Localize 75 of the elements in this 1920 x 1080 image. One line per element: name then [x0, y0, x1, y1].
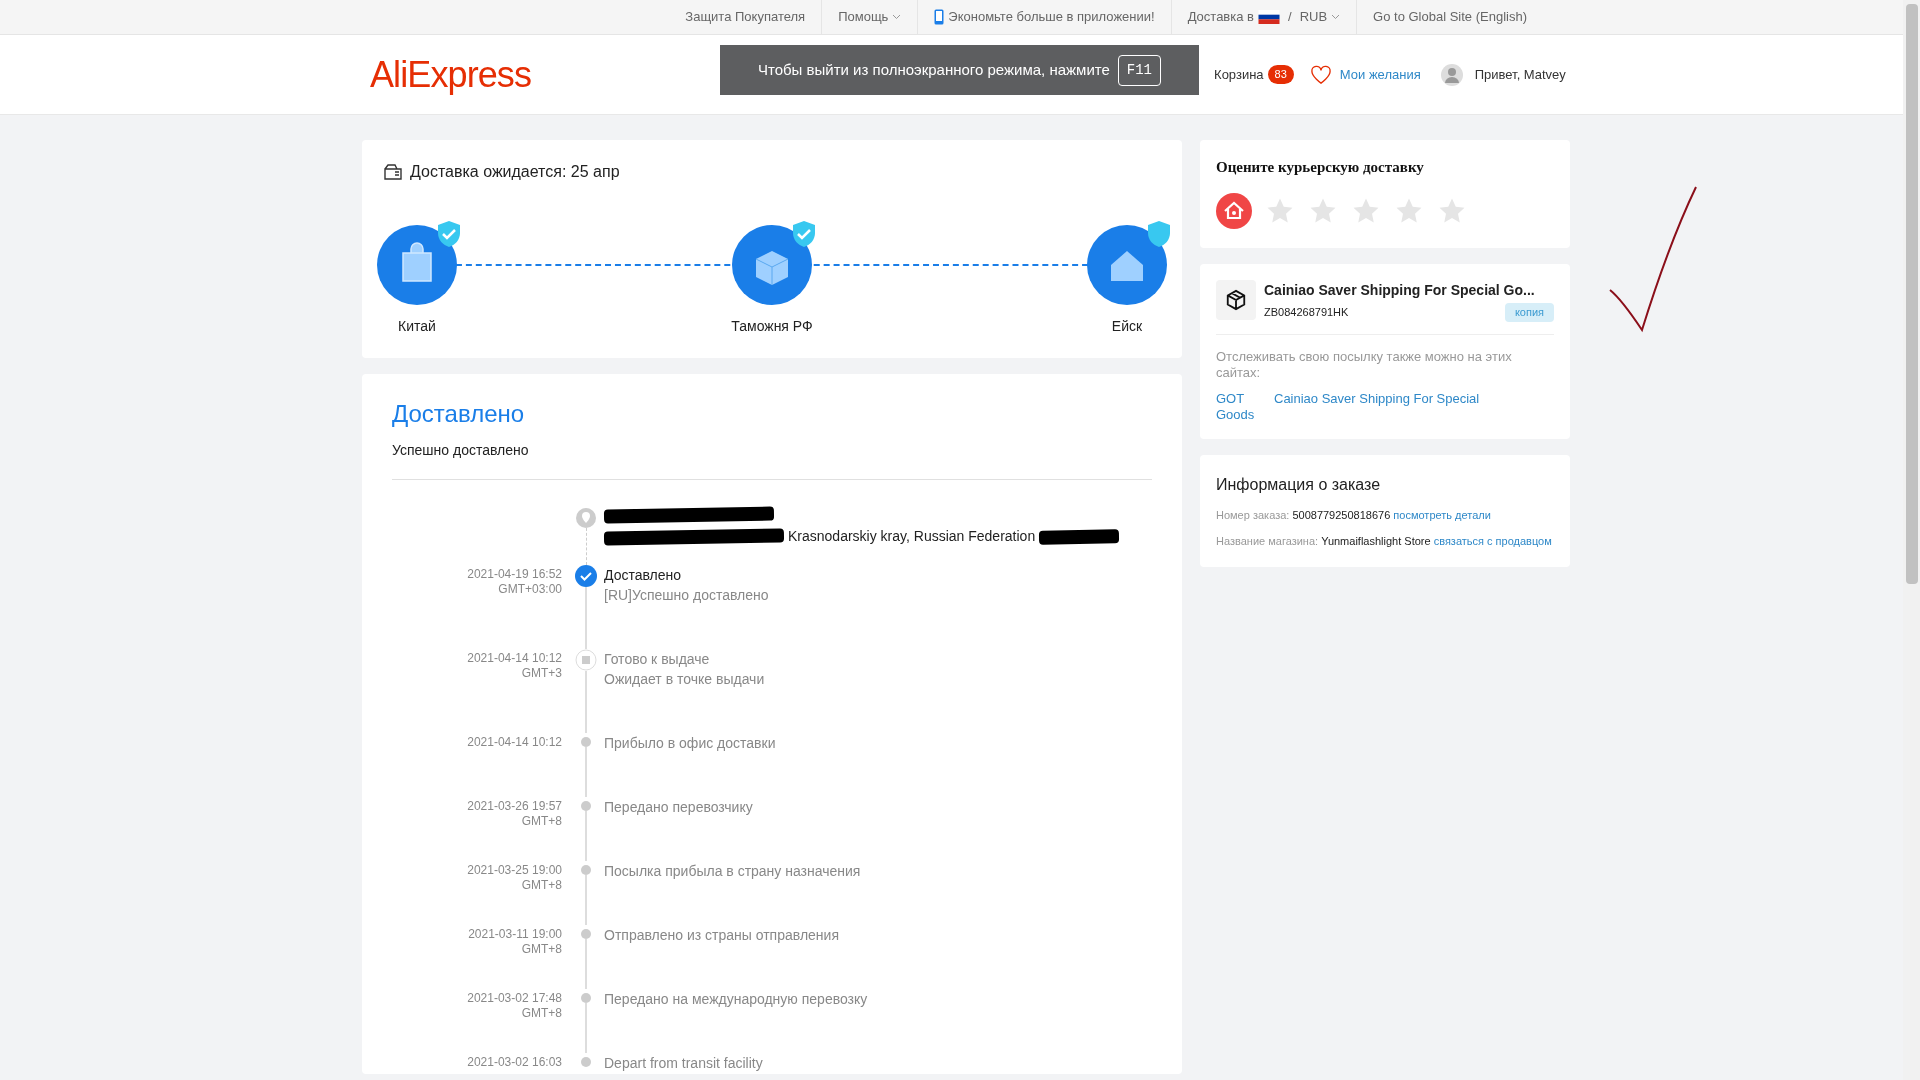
keyboard-key: F11 — [1117, 54, 1162, 86]
copy-button[interactable]: копия — [1504, 303, 1554, 322]
timeline-dot-icon — [581, 865, 591, 875]
timeline-dot-icon — [581, 1057, 591, 1067]
event-date: 2021-04-14 10:12 — [466, 651, 562, 666]
event-timezone: GMT+8 — [520, 1006, 562, 1021]
tracking-number: ZB084268791HK — [1264, 305, 1349, 320]
aliexpress-logo[interactable]: AliExpress — [370, 47, 532, 102]
cart-count-badge: 83 — [1267, 65, 1294, 84]
expected-delivery-text: Доставка ожидается: 25 апр — [410, 162, 620, 182]
dropdown-link[interactable]: RUB — [1295, 0, 1358, 34]
tracking-site-link[interactable]: Cainiao Saver Shipping For Special — [1274, 390, 1480, 423]
event-timezone: GMT+8 — [520, 814, 562, 829]
timeline-dot-icon — [581, 993, 591, 1003]
event-title: Отправлено из страны отправления — [604, 926, 839, 945]
avatar-icon[interactable] — [1440, 63, 1463, 86]
event-timezone: GMT+8 — [520, 942, 562, 957]
event-date: 2021-03-02 16:03 — [466, 1055, 562, 1070]
event-title: Передано перевозчику — [604, 798, 753, 817]
heart-icon — [1309, 64, 1332, 85]
top-bar-link[interactable]: Защита Покупателя — [669, 0, 823, 34]
order-field-label: Название магазина: — [1216, 534, 1319, 547]
event-title: Depart from transit facility — [604, 1054, 763, 1073]
greeting-text[interactable]: Привет, Matvey — [1474, 64, 1566, 85]
event-date: 2021-04-14 10:12 — [466, 735, 562, 750]
chevron-icon — [892, 14, 902, 20]
delivery-box-icon — [384, 164, 402, 180]
status-subtitle: Успешно доставлено — [392, 441, 530, 460]
flag-icon — [1258, 10, 1280, 24]
event-date: 2021-03-02 17:48 — [466, 991, 562, 1006]
package-icon — [1216, 280, 1256, 320]
event-detail: Ожидает в точке выдачи — [604, 670, 765, 689]
carrier-name: Cainiao Saver Shipping For Special Go... — [1264, 281, 1536, 300]
tracking-site-link[interactable]: GOT Goods — [1216, 390, 1256, 423]
tracking-sites-note: Отслеживать свою посылку также можно на этих сайтах: — [1216, 348, 1513, 381]
event-title: Готово к выдаче — [604, 650, 711, 669]
status-title: Доставлено — [392, 399, 526, 429]
address-text: Krasnodarskiy kray, Russian Federation — [788, 527, 1036, 546]
event-date: 2021-03-25 19:00 — [466, 863, 562, 878]
app-promo-link[interactable]: Экономьте больше в приложении! — [918, 0, 1172, 34]
notice-text: Чтобы выйти из полноэкранного режима, нажмите — [757, 59, 1110, 80]
separator: / — [1287, 8, 1293, 27]
wishlist-link[interactable]: Мои желания — [1309, 64, 1421, 85]
dropdown-link[interactable]: Помощь — [822, 0, 919, 34]
event-date: 2021-03-26 19:57 — [466, 799, 562, 814]
order-field-label: Номер заказа: — [1216, 508, 1290, 521]
stage-label: Китай — [398, 317, 436, 336]
event-title: Доставлено — [604, 566, 683, 585]
order-field-link[interactable]: связаться с продавцом — [1433, 534, 1552, 547]
order-field-link[interactable]: посмотреть детали — [1393, 508, 1491, 521]
event-title: Прибыло в офис доставки — [604, 734, 776, 753]
timeline-dot-icon — [581, 737, 591, 747]
stage-label: Ейск — [1111, 317, 1143, 336]
event-date: 2021-04-19 16:52 — [466, 567, 562, 582]
order-field-value: 5008779250818676 — [1292, 508, 1391, 521]
box-icon — [731, 224, 813, 306]
shipping-destination-label: Доставка в — [1187, 8, 1254, 27]
cart-link[interactable]: Корзина — [1214, 64, 1264, 85]
timeline-dot-icon — [581, 801, 591, 811]
phone-icon — [934, 9, 945, 25]
chevron-icon — [1331, 14, 1341, 20]
event-detail: [RU]Успешно доставлено — [604, 586, 769, 605]
event-timezone: GMT+03:00 — [497, 582, 562, 597]
rating-title: Оцените курьерскую доставку — [1216, 158, 1425, 177]
event-timezone: GMT+3 — [520, 666, 562, 681]
top-bar-link[interactable]: Go to Global Site (English) — [1357, 0, 1543, 34]
event-timezone: GMT+8 — [520, 878, 562, 893]
event-date: 2021-03-11 19:00 — [467, 927, 562, 942]
timeline-dot-icon — [581, 929, 591, 939]
order-field-value: Yunmaiflashlight Store — [1321, 534, 1431, 547]
event-title: Посылка прибыла в страну назначения — [604, 862, 861, 881]
stage-label: Таможня РФ — [731, 317, 813, 336]
check-circle-icon — [575, 565, 597, 587]
event-title: Передано на международную перевозку — [604, 990, 868, 1009]
order-info-title: Информация о заказе — [1216, 474, 1382, 495]
